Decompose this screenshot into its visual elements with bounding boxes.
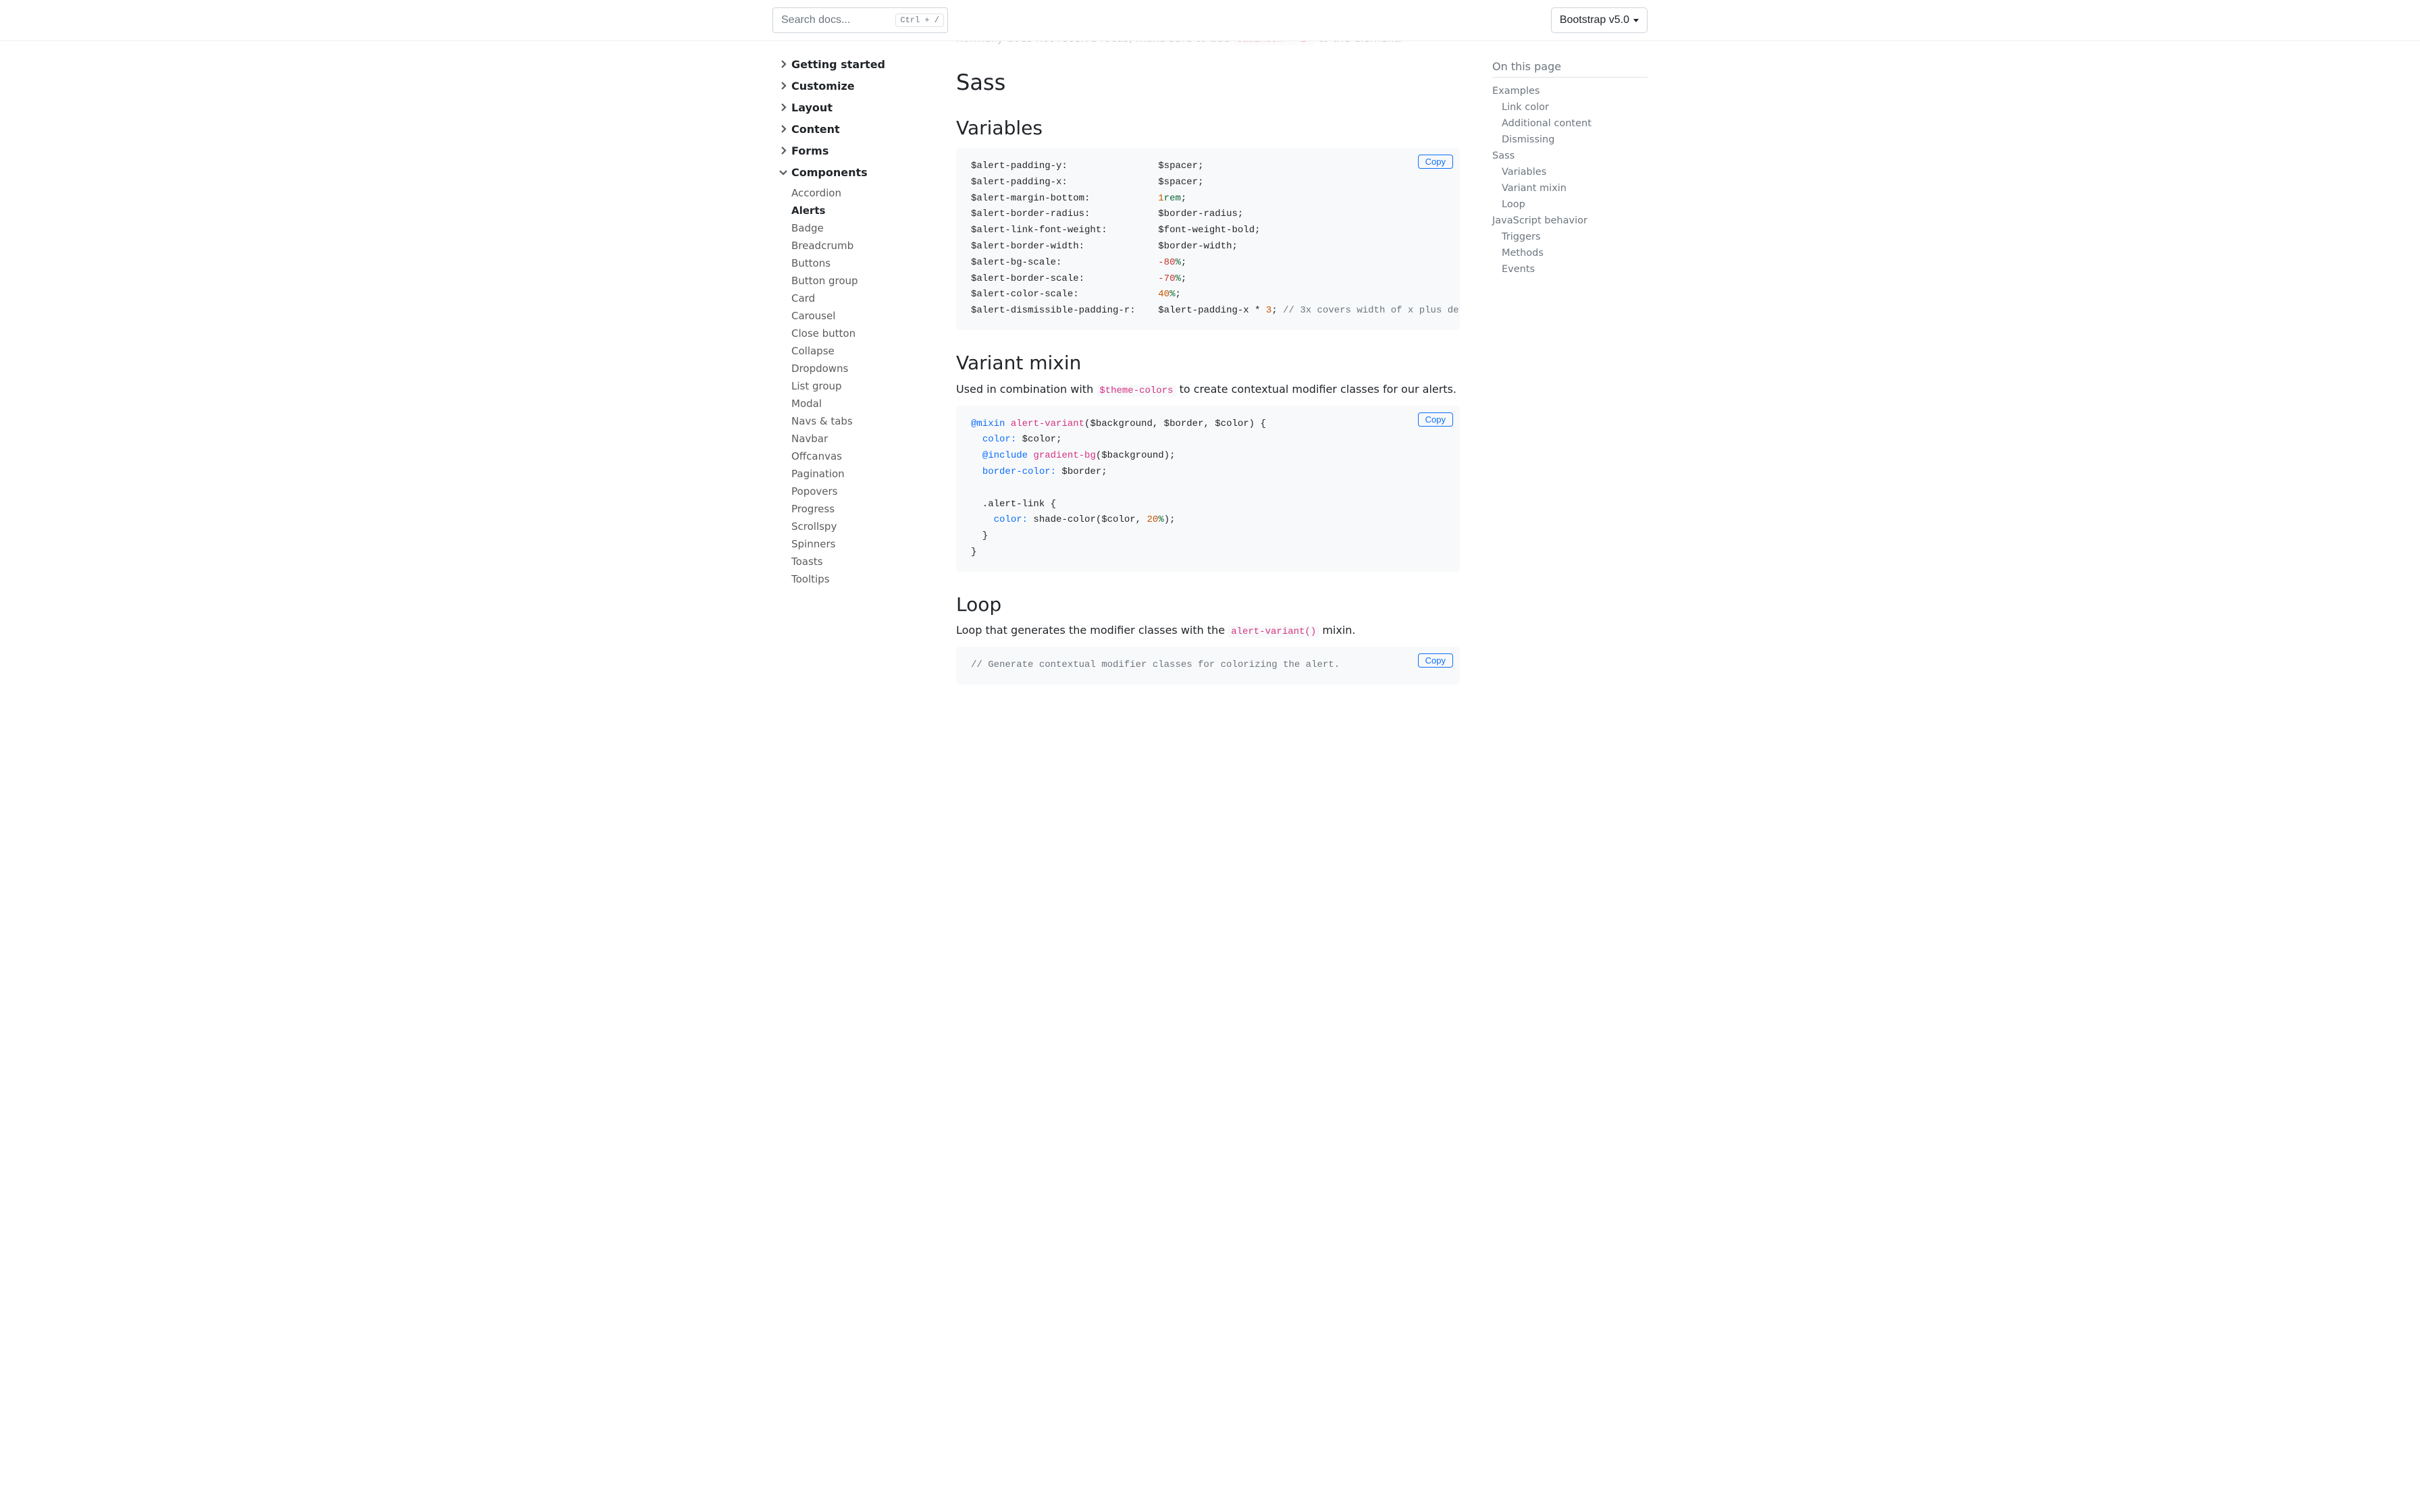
chevron-right-icon bbox=[777, 101, 790, 114]
text: Loop that generates the modifier classes… bbox=[956, 624, 1228, 637]
search-shortcut-hint: Ctrl + / bbox=[895, 14, 944, 27]
sidebar-category[interactable]: Getting started bbox=[772, 53, 948, 75]
copy-button[interactable]: Copy bbox=[1418, 412, 1453, 427]
toc-link[interactable]: Events bbox=[1492, 261, 1648, 277]
sidebar-item[interactable]: Close button bbox=[791, 325, 948, 342]
code: $theme-colors bbox=[1097, 385, 1176, 397]
version-label: Bootstrap v5.0 bbox=[1560, 14, 1629, 26]
sidebar-item[interactable]: Button group bbox=[791, 272, 948, 290]
sidebar-item[interactable]: Dropdowns bbox=[791, 360, 948, 377]
sidebar-item[interactable]: Navbar bbox=[791, 430, 948, 448]
sidebar-category[interactable]: Components bbox=[772, 161, 948, 183]
toc-link[interactable]: Methods bbox=[1492, 245, 1648, 261]
heading-sass: Sass bbox=[956, 70, 1460, 95]
code[interactable]: // Generate contextual modifier classes … bbox=[971, 657, 1445, 674]
text: mixin. bbox=[1319, 624, 1355, 637]
sidebar-item[interactable]: Carousel bbox=[791, 307, 948, 325]
code[interactable]: @mixin alert-variant($background, $borde… bbox=[971, 416, 1445, 561]
sidebar-item[interactable]: Badge bbox=[791, 219, 948, 237]
code-block-loop: Copy // Generate contextual modifier cla… bbox=[956, 647, 1460, 684]
text: to create contextual modifier classes fo… bbox=[1176, 383, 1456, 396]
sidebar-category[interactable]: Content bbox=[772, 118, 948, 140]
code[interactable]: $alert-padding-y: $spacer; $alert-paddin… bbox=[971, 159, 1445, 319]
sidebar-category[interactable]: Customize bbox=[772, 75, 948, 97]
sidebar[interactable]: Getting started Customize Layout Content For… bbox=[772, 41, 948, 1512]
sidebar-item[interactable]: Card bbox=[791, 290, 948, 307]
chevron-right-icon bbox=[777, 79, 790, 92]
sidebar-item[interactable]: Buttons bbox=[791, 254, 948, 272]
sidebar-item[interactable]: Accordion bbox=[791, 184, 948, 202]
toc-link[interactable]: Additional content bbox=[1492, 115, 1648, 132]
variant-lead: Used in combination with $theme-colors t… bbox=[956, 383, 1460, 396]
sidebar-subnav: AccordionAlertsBadgeBreadcrumbButtonsBut… bbox=[772, 184, 948, 588]
sidebar-item[interactable]: Alerts bbox=[791, 202, 948, 219]
header-bar: Ctrl + / Bootstrap v5.0 bbox=[0, 0, 2420, 41]
sidebar-item[interactable]: Scrollspy bbox=[791, 518, 948, 535]
toc-link[interactable]: JavaScript behavior bbox=[1492, 213, 1648, 229]
toc-link[interactable]: Loop bbox=[1492, 196, 1648, 213]
sidebar-item[interactable]: Spinners bbox=[791, 535, 948, 553]
heading-loop: Loop bbox=[956, 593, 1460, 616]
sidebar-category-label: Customize bbox=[791, 80, 855, 92]
chevron-down-icon bbox=[1633, 19, 1639, 22]
chevron-down-icon bbox=[777, 165, 790, 179]
sidebar-category-label: Content bbox=[791, 123, 840, 136]
code: alert-variant() bbox=[1228, 626, 1319, 638]
search-wrap: Ctrl + / bbox=[772, 7, 948, 33]
loop-lead: Loop that generates the modifier classes… bbox=[956, 624, 1460, 637]
toc-link[interactable]: Examples bbox=[1492, 83, 1648, 99]
toc-link[interactable]: Variant mixin bbox=[1492, 180, 1648, 196]
heading-variables: Variables bbox=[956, 117, 1460, 140]
chevron-right-icon bbox=[777, 57, 790, 71]
version-dropdown-button[interactable]: Bootstrap v5.0 bbox=[1551, 7, 1648, 33]
copy-button[interactable]: Copy bbox=[1418, 155, 1453, 169]
toc: On this page ExamplesLink colorAdditiona… bbox=[1492, 41, 1648, 277]
sidebar-item[interactable]: Collapse bbox=[791, 342, 948, 360]
sidebar-item[interactable]: Offcanvas bbox=[791, 448, 948, 465]
sidebar-category[interactable]: Layout bbox=[772, 97, 948, 118]
header-inner: Ctrl + / Bootstrap v5.0 bbox=[764, 7, 1656, 33]
text: Used in combination with bbox=[956, 383, 1097, 396]
toc-link[interactable]: Triggers bbox=[1492, 229, 1648, 245]
chevron-right-icon bbox=[777, 144, 790, 157]
toc-title: On this page bbox=[1492, 60, 1648, 78]
sidebar-category-label: Layout bbox=[791, 101, 833, 114]
sidebar-item[interactable]: List group bbox=[791, 377, 948, 395]
page-grid: Getting started Customize Layout Content For… bbox=[764, 0, 1656, 1512]
toc-link[interactable]: Variables bbox=[1492, 164, 1648, 180]
sidebar-item[interactable]: Pagination bbox=[791, 465, 948, 483]
sidebar-item[interactable]: Progress bbox=[791, 500, 948, 518]
sidebar-category[interactable]: Forms bbox=[772, 140, 948, 161]
heading-variant-mixin: Variant mixin bbox=[956, 352, 1460, 375]
sidebar-item[interactable]: Modal bbox=[791, 395, 948, 412]
sidebar-item[interactable]: Tooltips bbox=[791, 570, 948, 588]
code-block-variant: Copy @mixin alert-variant($background, $… bbox=[956, 406, 1460, 572]
sidebar-category-label: Components bbox=[791, 166, 868, 179]
sidebar-item[interactable]: Breadcrumb bbox=[791, 237, 948, 254]
copy-button[interactable]: Copy bbox=[1418, 653, 1453, 668]
sidebar-category-label: Forms bbox=[791, 144, 828, 157]
chevron-right-icon bbox=[777, 122, 790, 136]
code-block-variables: Copy $alert-padding-y: $spacer; $alert-p… bbox=[956, 148, 1460, 330]
toc-link[interactable]: Sass bbox=[1492, 148, 1648, 164]
sidebar-item[interactable]: Popovers bbox=[791, 483, 948, 500]
toc-link[interactable]: Dismissing bbox=[1492, 132, 1648, 148]
toc-link[interactable]: Link color bbox=[1492, 99, 1648, 115]
sidebar-item[interactable]: Toasts bbox=[791, 553, 948, 570]
toc-list: ExamplesLink colorAdditional contentDism… bbox=[1492, 83, 1648, 277]
main-content: normally does not receive focus, make su… bbox=[948, 41, 1492, 1512]
sidebar-category-label: Getting started bbox=[791, 58, 885, 71]
sidebar-item[interactable]: Navs & tabs bbox=[791, 412, 948, 430]
